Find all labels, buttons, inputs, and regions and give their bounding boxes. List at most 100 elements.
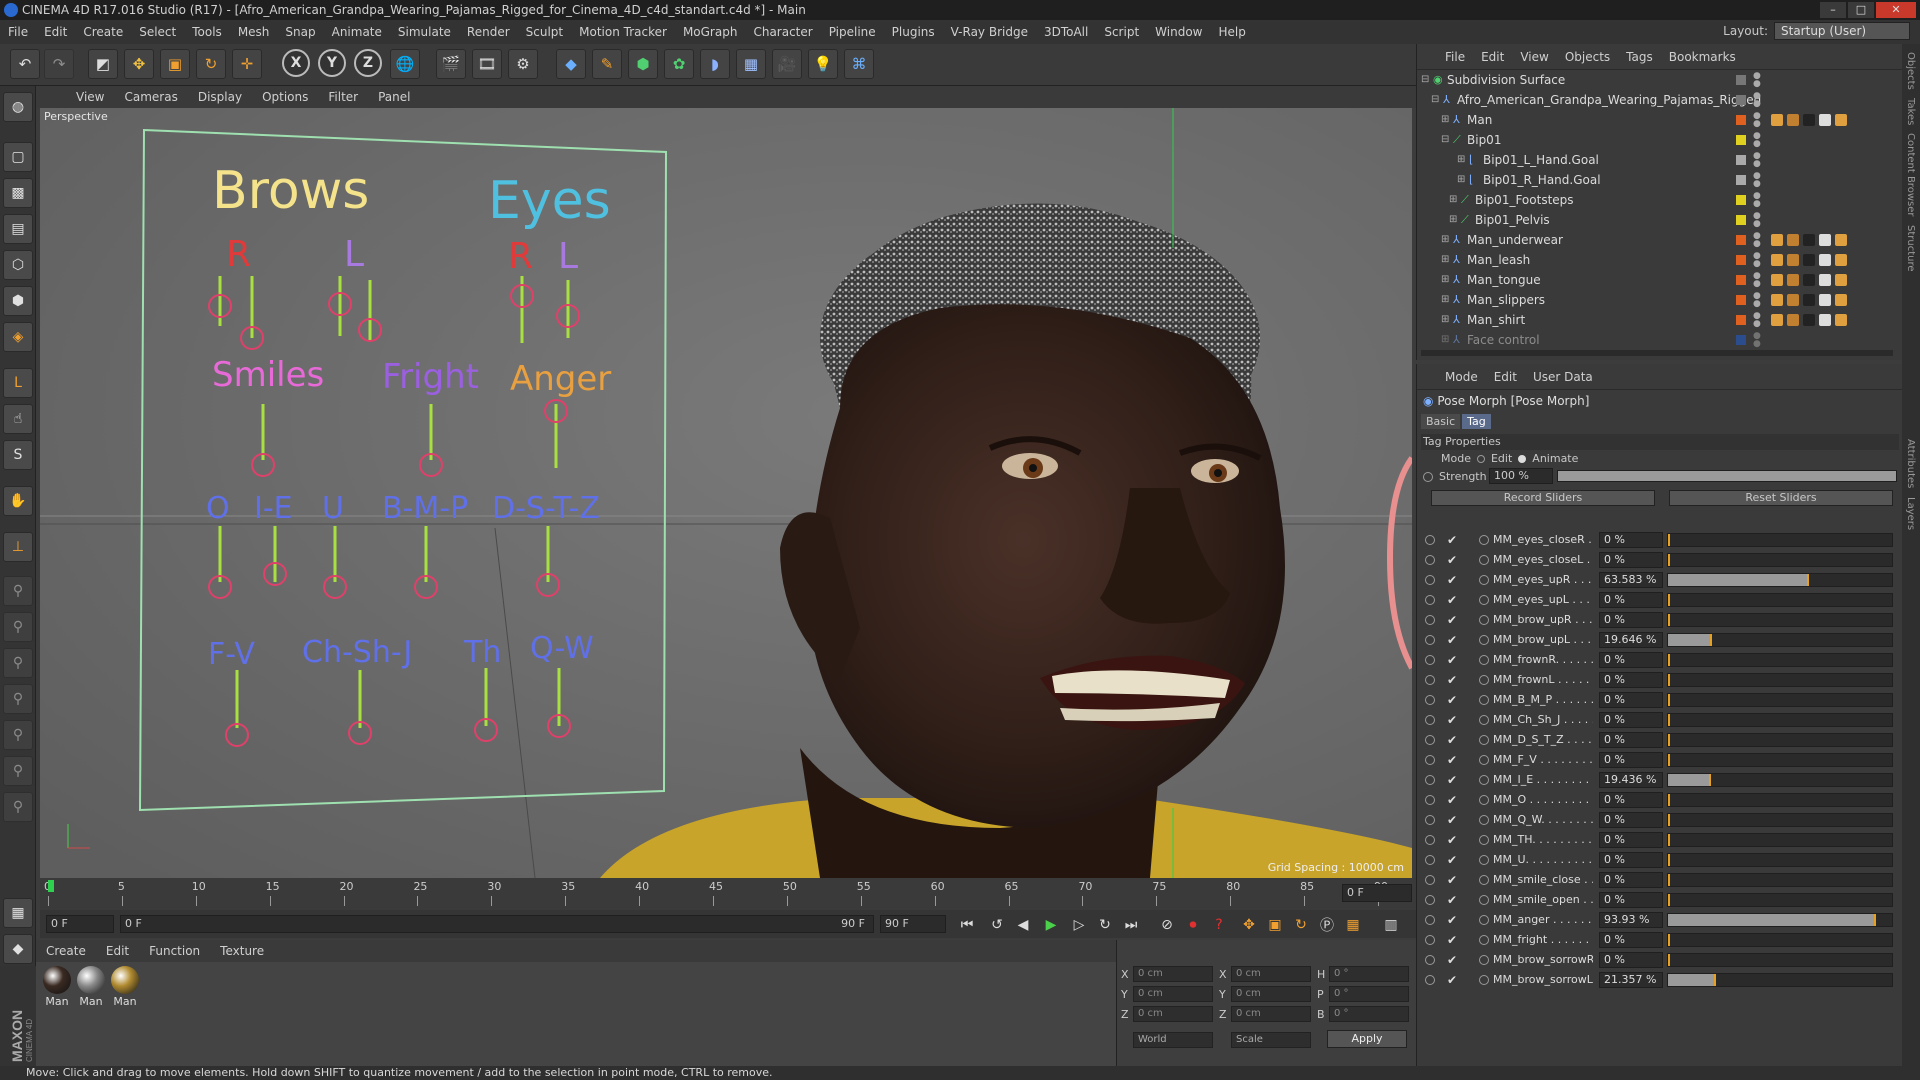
eye-toggle-icon[interactable]: [1425, 555, 1435, 565]
model-mode-icon[interactable]: ▢: [3, 142, 33, 172]
morph-radio[interactable]: [1479, 895, 1489, 905]
object-tag-icon[interactable]: [1803, 314, 1815, 326]
morph-value-field[interactable]: 19.646 %: [1599, 632, 1663, 648]
object-row[interactable]: ⊞ ⅄ Man_shirt ● ●: [1417, 310, 1903, 330]
rotate-icon[interactable]: ↻: [196, 49, 226, 79]
morph-value-field[interactable]: 0 %: [1599, 552, 1663, 568]
render-settings-icon[interactable]: ⚙: [508, 49, 538, 79]
object-menu-tags[interactable]: Tags: [1618, 50, 1661, 64]
expand-toggle-icon[interactable]: ⊞: [1441, 270, 1449, 290]
object-tag-icon[interactable]: [1803, 294, 1815, 306]
enable-checkbox[interactable]: ✔: [1447, 590, 1457, 610]
record-sliders-button[interactable]: Record Sliders: [1431, 490, 1655, 506]
material-manager[interactable]: Man Man Man: [36, 962, 1116, 1066]
menu-v-ray-bridge[interactable]: V-Ray Bridge: [943, 20, 1036, 44]
viewport-menu-panel[interactable]: Panel: [368, 90, 420, 104]
eye-toggle-icon[interactable]: [1425, 915, 1435, 925]
morph-value-field[interactable]: 0 %: [1599, 952, 1663, 968]
enable-checkbox[interactable]: ✔: [1447, 750, 1457, 770]
brush-icon[interactable]: ✋: [3, 486, 33, 516]
make-editable-icon[interactable]: ◍: [3, 92, 33, 122]
object-tag-icon[interactable]: [1787, 254, 1799, 266]
object-row[interactable]: ⊞ ⌊ Bip01_L_Hand.Goal ● ●: [1417, 150, 1903, 170]
morph-radio[interactable]: [1479, 755, 1489, 765]
object-row[interactable]: ⊟ ⟋ Bip01 ● ●: [1417, 130, 1903, 150]
morph-radio[interactable]: [1479, 675, 1489, 685]
joint-tool-4-icon[interactable]: ⚲: [3, 684, 33, 714]
eye-toggle-icon[interactable]: [1425, 615, 1435, 625]
eye-toggle-icon[interactable]: [1425, 935, 1435, 945]
next-frame-icon[interactable]: ▷: [1068, 914, 1090, 936]
strength-radio[interactable]: [1423, 472, 1433, 482]
morph-slider[interactable]: [1667, 973, 1893, 987]
morph-radio[interactable]: [1479, 775, 1489, 785]
tab-tag[interactable]: Tag: [1462, 414, 1491, 429]
menu-motion-tracker[interactable]: Motion Tracker: [571, 20, 675, 44]
morph-value-field[interactable]: 0 %: [1599, 872, 1663, 888]
expand-toggle-icon[interactable]: ⊞: [1457, 170, 1465, 190]
timeline-layout-icon[interactable]: ▥: [1380, 914, 1402, 936]
layer-color-swatch[interactable]: [1736, 255, 1746, 265]
tweak-icon[interactable]: ☝: [3, 404, 33, 434]
workplane-lock-icon[interactable]: ◆: [3, 934, 33, 964]
position-z-field[interactable]: 0 cm: [1133, 1006, 1213, 1022]
visibility-dots-icon[interactable]: ● ●: [1753, 92, 1761, 109]
python-icon[interactable]: ⌘: [844, 49, 874, 79]
menu-simulate[interactable]: Simulate: [390, 20, 459, 44]
morph-slider[interactable]: [1667, 613, 1893, 627]
visibility-dots-icon[interactable]: ● ●: [1753, 72, 1761, 89]
object-row[interactable]: ⊞ ⌊ Bip01_R_Hand.Goal ● ●: [1417, 170, 1903, 190]
menu-file[interactable]: File: [0, 20, 36, 44]
morph-value-field[interactable]: 0 %: [1599, 672, 1663, 688]
eye-toggle-icon[interactable]: [1425, 775, 1435, 785]
enable-checkbox[interactable]: ✔: [1447, 810, 1457, 830]
object-row[interactable]: ⊞ ⟋ Bip01_Footsteps ● ●: [1417, 190, 1903, 210]
morph-radio[interactable]: [1479, 575, 1489, 585]
morph-radio[interactable]: [1479, 795, 1489, 805]
grid-snap-icon[interactable]: ▦: [3, 898, 33, 928]
layer-color-swatch[interactable]: [1736, 135, 1746, 145]
size-x-field[interactable]: 0 cm: [1231, 966, 1311, 982]
morph-value-field[interactable]: 0 %: [1599, 652, 1663, 668]
visibility-dots-icon[interactable]: ● ●: [1753, 132, 1761, 149]
morph-slider[interactable]: [1667, 713, 1893, 727]
key-position-icon[interactable]: ✥: [1238, 914, 1260, 936]
morph-radio[interactable]: [1479, 835, 1489, 845]
menu-plugins[interactable]: Plugins: [884, 20, 943, 44]
object-menu-edit[interactable]: Edit: [1473, 50, 1512, 64]
morph-radio[interactable]: [1479, 915, 1489, 925]
morph-value-field[interactable]: 0 %: [1599, 532, 1663, 548]
menu-mograph[interactable]: MoGraph: [675, 20, 746, 44]
morph-radio[interactable]: [1479, 855, 1489, 865]
object-tag-icon[interactable]: [1803, 274, 1815, 286]
viewport-menu-cameras[interactable]: Cameras: [114, 90, 187, 104]
morph-value-field[interactable]: 0 %: [1599, 732, 1663, 748]
scale-dropdown[interactable]: Scale: [1231, 1032, 1311, 1048]
visibility-dots-icon[interactable]: ● ●: [1753, 232, 1761, 249]
play-forward-icon[interactable]: ▶: [1040, 914, 1062, 936]
enable-checkbox[interactable]: ✔: [1447, 890, 1457, 910]
layer-color-swatch[interactable]: [1736, 275, 1746, 285]
morph-radio[interactable]: [1479, 935, 1489, 945]
enable-checkbox[interactable]: ✔: [1447, 850, 1457, 870]
object-row[interactable]: ⊞ ⅄ Man ● ●: [1417, 110, 1903, 130]
visibility-dots-icon[interactable]: ● ●: [1753, 272, 1761, 289]
joint-tool-2-icon[interactable]: ⚲: [3, 612, 33, 642]
layer-color-swatch[interactable]: [1736, 95, 1746, 105]
position-y-field[interactable]: 0 cm: [1133, 986, 1213, 1002]
menu-create[interactable]: Create: [75, 20, 131, 44]
perspective-viewport[interactable]: Brows R L Eyes R L Smiles Fright Anger O…: [40, 108, 1412, 878]
subdivision-icon[interactable]: ⬢: [628, 49, 658, 79]
timeline-ruler[interactable]: 051015202530354045505560657075808590 0 F: [40, 878, 1416, 910]
eye-toggle-icon[interactable]: [1425, 955, 1435, 965]
current-frame-field[interactable]: 0 F: [1342, 884, 1412, 902]
object-tag-icon[interactable]: [1819, 294, 1831, 306]
object-row[interactable]: ⊟ ◉ Subdivision Surface ● ●: [1417, 70, 1903, 90]
layer-color-swatch[interactable]: [1736, 155, 1746, 165]
menu-tools[interactable]: Tools: [184, 20, 230, 44]
ik-chain-icon[interactable]: ⊥: [3, 532, 33, 562]
enable-checkbox[interactable]: ✔: [1447, 690, 1457, 710]
morph-radio[interactable]: [1479, 635, 1489, 645]
enable-checkbox[interactable]: ✔: [1447, 950, 1457, 970]
axis-mode-icon[interactable]: L: [3, 368, 33, 398]
